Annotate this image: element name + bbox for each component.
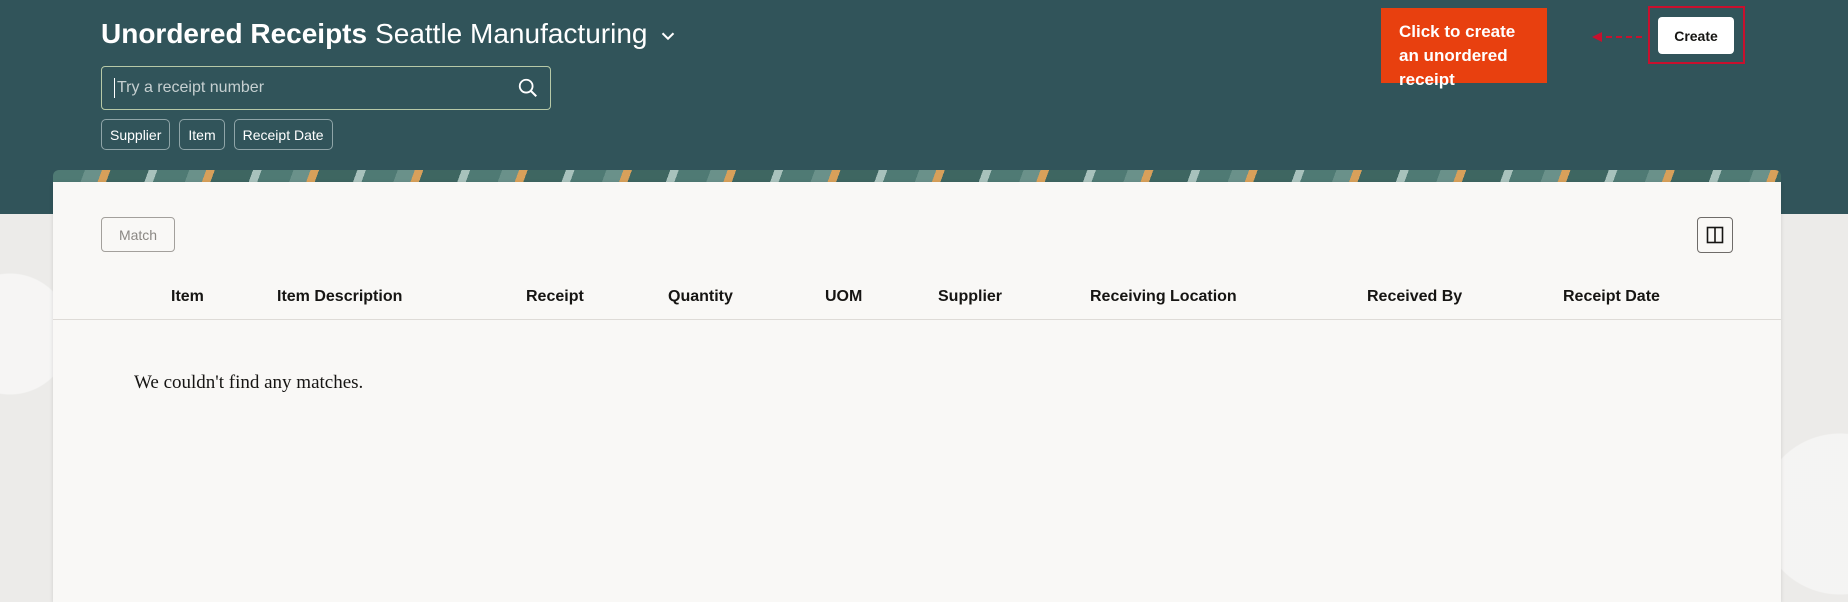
filter-chips: Supplier Item Receipt Date <box>101 119 333 150</box>
tutorial-callout: Click to create an unordered receipt <box>1381 8 1547 89</box>
search-input[interactable] <box>114 78 506 98</box>
match-button[interactable]: Match <box>101 217 175 252</box>
chevron-down-icon[interactable] <box>657 25 679 47</box>
column-header-item[interactable]: Item <box>171 288 204 306</box>
filter-chip-receipt-date[interactable]: Receipt Date <box>233 119 333 150</box>
column-header-item-description[interactable]: Item Description <box>277 288 402 306</box>
column-header-supplier[interactable]: Supplier <box>938 288 1002 306</box>
column-header-uom[interactable]: UOM <box>825 288 862 306</box>
empty-state-message: We couldn't find any matches. <box>134 372 364 393</box>
column-header-receiving-location[interactable]: Receiving Location <box>1090 288 1237 306</box>
results-panel: Match Item Item Description Receipt Quan… <box>53 182 1781 602</box>
split-view-icon[interactable] <box>1697 217 1733 253</box>
page-title: Unordered Receipts <box>101 18 368 49</box>
column-header-receipt[interactable]: Receipt <box>526 288 584 306</box>
column-header-receipt-date[interactable]: Receipt Date <box>1563 288 1660 306</box>
title-row: Unordered Receipts Seattle Manufacturing <box>101 18 679 50</box>
arrow-left-icon <box>1592 32 1642 42</box>
column-header-received-by[interactable]: Received By <box>1367 288 1462 306</box>
filter-chip-supplier[interactable]: Supplier <box>101 119 171 150</box>
search-icon[interactable] <box>506 67 550 109</box>
organization-selector[interactable]: Seattle Manufacturing <box>375 18 647 50</box>
filter-chip-item[interactable]: Item <box>179 119 225 150</box>
search-field <box>101 66 551 110</box>
table-header: Item Item Description Receipt Quantity U… <box>53 282 1781 320</box>
column-header-quantity[interactable]: Quantity <box>668 288 733 306</box>
create-button[interactable]: Create <box>1658 17 1734 54</box>
